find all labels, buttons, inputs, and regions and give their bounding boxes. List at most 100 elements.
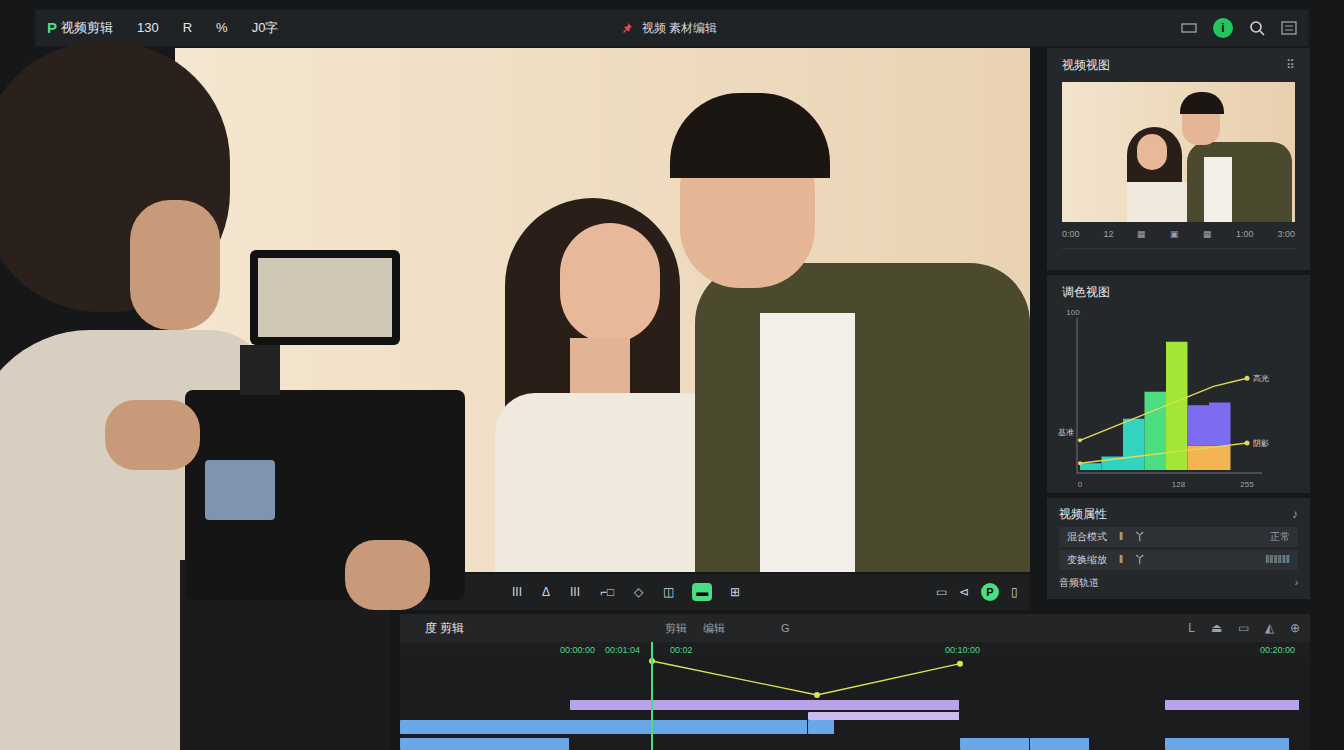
timeline-menu-item[interactable]: 剪辑 (665, 620, 687, 637)
timeline-center: 剪辑编辑 G (665, 620, 790, 637)
search-icon[interactable] (1249, 20, 1265, 36)
preview-info-item: 3:00 (1277, 228, 1295, 242)
ruler-tick: 00:10:00 (945, 644, 980, 656)
color-chart: 1000128255高光阴影基准 (1047, 303, 1310, 493)
timeline-clip[interactable] (1165, 700, 1300, 710)
timeline-menu-item[interactable]: 编辑 (703, 620, 725, 637)
timeline-clip[interactable] (808, 720, 835, 734)
property-cell: ‖ (1119, 552, 1123, 567)
property-row[interactable]: 变换缩放‖丫‖‖‖‖‖‖ (1059, 550, 1298, 570)
preview-info-item: ▦ (1137, 228, 1146, 242)
top-bar-item[interactable]: % (216, 18, 228, 38)
top-bar-center: 视频 素材编辑 (302, 19, 1157, 37)
bar-segment (1209, 445, 1231, 469)
project-name: 视频 素材编辑 (642, 19, 717, 37)
timeline-clip[interactable] (400, 720, 808, 734)
playback-tool[interactable]: ▬ (692, 583, 712, 601)
ruler-tick: 00:02 (670, 644, 693, 656)
preview-card: 视频视图 ⠿ 0:00 12 ▦ ▣ ▦ 1:00 3:00 (1047, 48, 1310, 270)
playback-tool[interactable]: III (568, 583, 582, 601)
bar-fill (1188, 405, 1210, 446)
timeline-tool[interactable]: L (1188, 619, 1195, 637)
timeline-track (400, 700, 1310, 710)
top-bar-right: i (1181, 18, 1297, 38)
properties-footer[interactable]: 音频轨道› (1059, 573, 1298, 593)
window-icon[interactable] (1181, 22, 1197, 34)
timeline-tool[interactable]: ◭ (1265, 619, 1274, 637)
timeline-header: 度 剪辑剪辑编辑 G L ⏏ ▭ ◭ ⊕ (400, 614, 1310, 642)
playback-tool[interactable]: ◫ (661, 583, 676, 601)
preview-info-item: 12 (1103, 228, 1113, 242)
timeline-track (400, 712, 1310, 720)
chart-card: 调色视图1000128255高光阴影基准 (1047, 275, 1310, 493)
preview-info-item: ▦ (1203, 228, 1212, 242)
settings-icon[interactable] (1281, 21, 1297, 35)
keyframe[interactable] (814, 692, 820, 698)
top-bar-item[interactable]: 130 (137, 18, 159, 38)
preview-info-item: 1:00 (1236, 228, 1254, 242)
x-tick: 128 (1172, 480, 1186, 489)
chevron-icon[interactable]: › (1295, 575, 1298, 590)
histogram-bar (1188, 405, 1210, 470)
card-menu[interactable]: ⠿ (1286, 56, 1295, 74)
curve-label: 阴影 (1253, 439, 1269, 448)
preview-info-item: ▣ (1170, 228, 1179, 242)
curve-label: 高光 (1253, 374, 1269, 383)
property-cell: ‖ (1119, 529, 1123, 544)
timeline-tool[interactable]: ▭ (1238, 619, 1249, 637)
timeline-title: 度 剪辑 (425, 619, 665, 637)
editor-screen: P视频剪辑130R%J0字视频 素材编辑i IIIΔIII⌐□◇◫▬⊞▭⊲P▯ … (0, 0, 1344, 750)
timeline-menu-item[interactable]: G (781, 620, 790, 637)
ruler-tick: 00:01:04 (605, 644, 640, 656)
bar-segment (1209, 402, 1231, 445)
bar-segment (1080, 463, 1102, 470)
bar-fill (1123, 418, 1145, 469)
view-tool[interactable]: ▯ (1011, 583, 1018, 601)
keyframe[interactable] (957, 661, 963, 667)
bar-segment (1145, 391, 1167, 469)
view-tool[interactable]: ▭ (936, 583, 947, 601)
info-button[interactable]: i (1213, 18, 1233, 38)
playback-tool[interactable]: ⌐□ (598, 583, 616, 601)
x-tick: 255 (1240, 480, 1254, 489)
bar-segment (1188, 405, 1210, 446)
ruler-label: 00:00:00 (560, 645, 595, 655)
timeline-clip[interactable] (808, 712, 960, 720)
audio-icon[interactable]: ♪ (1292, 505, 1298, 523)
bar-segment (1123, 418, 1145, 469)
property-cell: ‖‖‖‖‖‖ (1265, 552, 1290, 567)
property-cell: 丫 (1135, 529, 1145, 544)
app-logo[interactable]: P视频剪辑 (47, 17, 113, 40)
timeline-tool[interactable]: ⏏ (1211, 619, 1222, 637)
property-cell: 正常 (1270, 529, 1290, 544)
playback-tool[interactable]: III (510, 583, 524, 601)
bar-fill (1209, 402, 1231, 445)
timeline-clip[interactable] (960, 738, 1030, 750)
view-tool[interactable]: ⊲ (959, 583, 969, 601)
top-bar-item[interactable]: R (183, 18, 192, 38)
bar-fill (1209, 445, 1231, 469)
preview-info: 0:00 12 ▦ ▣ ▦ 1:00 3:00 (1062, 228, 1295, 242)
card-title: 视频视图 (1062, 56, 1110, 74)
preview-info-item: 0:00 (1062, 228, 1080, 242)
properties-card: 视频属性♪混合模式‖丫正常变换缩放‖丫‖‖‖‖‖‖音频轨道› (1047, 498, 1310, 599)
timeline-clip[interactable] (1165, 738, 1290, 750)
playhead[interactable] (651, 642, 653, 750)
playback-tool[interactable]: ⊞ (728, 583, 742, 601)
timeline-clip[interactable] (570, 700, 960, 710)
property-row[interactable]: 混合模式‖丫正常 (1059, 527, 1298, 547)
histogram-bar (1145, 391, 1167, 469)
timeline-clip[interactable] (400, 738, 570, 750)
property-cell: 变换缩放 (1067, 552, 1107, 567)
timeline-tracks (400, 658, 1310, 750)
playback-tool[interactable]: ◇ (632, 583, 645, 601)
timeline-clip[interactable] (1030, 738, 1090, 750)
app-title: 视频剪辑 (61, 18, 113, 38)
view-tool[interactable]: P (981, 583, 999, 601)
timeline-tool[interactable]: ⊕ (1290, 619, 1300, 637)
ruler-label: 00:02 (670, 645, 693, 655)
playback-tool[interactable]: Δ (540, 583, 552, 601)
pin-icon[interactable] (622, 22, 634, 34)
timeline: 度 剪辑剪辑编辑 G L ⏏ ▭ ◭ ⊕ 00:00:00 00:01:04 00:02 00:10… (400, 614, 1310, 750)
top-bar-item[interactable]: J0字 (252, 18, 279, 38)
